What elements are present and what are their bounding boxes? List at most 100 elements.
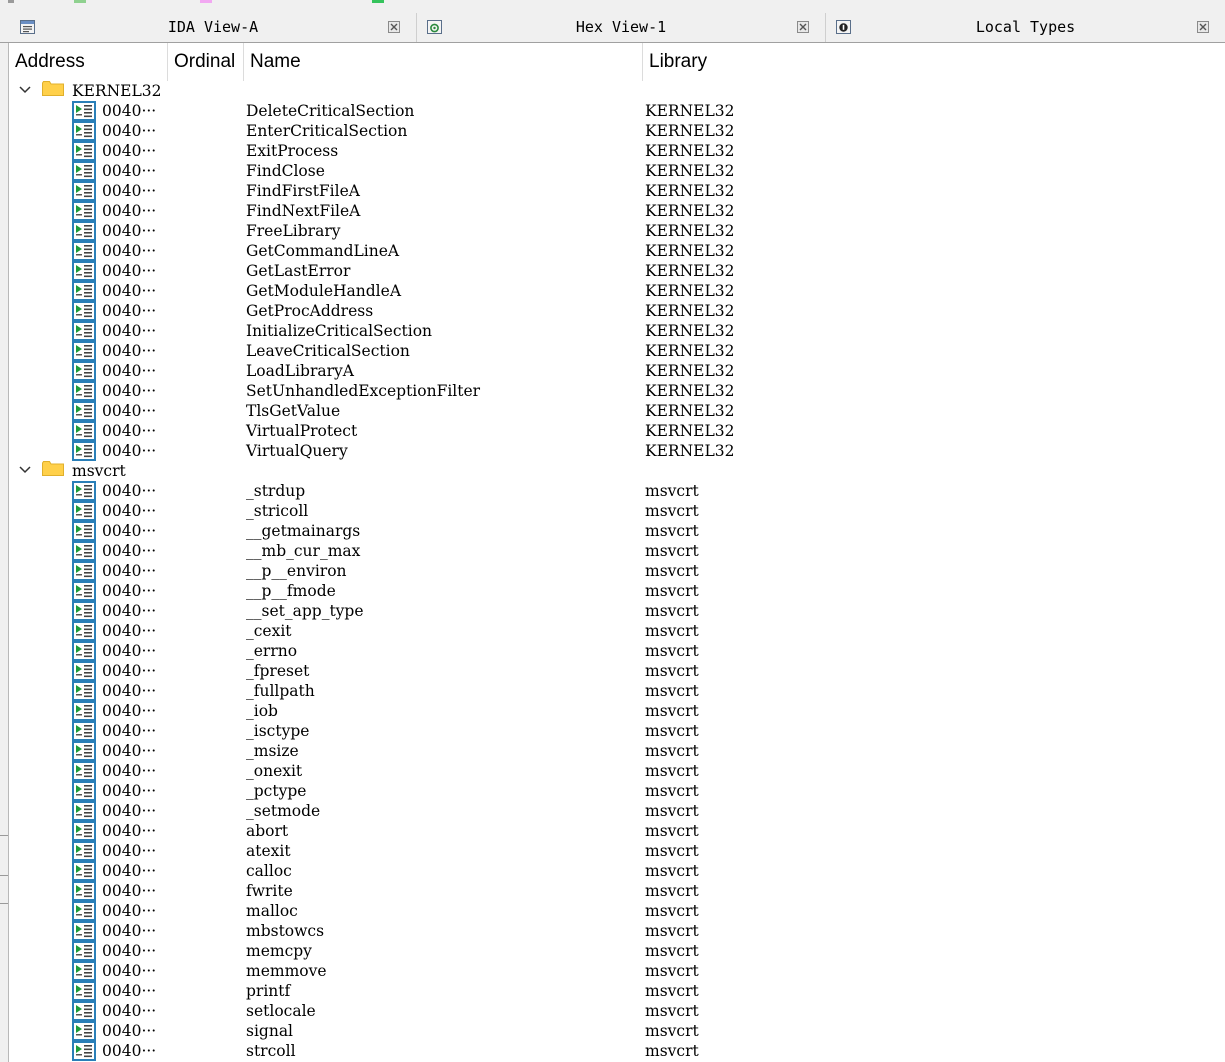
import-row[interactable]: 0040··· GetModuleHandleA KERNEL32 [9,281,1225,301]
import-name: printf [246,982,291,1000]
import-row[interactable]: 0040··· _onexit msvcrt [9,761,1225,781]
import-address: 0040··· [102,182,157,200]
import-name: FindClose [246,162,325,180]
import-row[interactable]: 0040··· FindClose KERNEL32 [9,161,1225,181]
import-row[interactable]: 0040··· _fpreset msvcrt [9,661,1225,681]
import-row[interactable]: 0040··· abort msvcrt [9,821,1225,841]
import-address: 0040··· [102,1002,157,1020]
tab-title: IDA View-A [167,18,259,36]
import-row[interactable]: 0040··· memcpy msvcrt [9,941,1225,961]
column-header-ordinal[interactable]: Ordinal [167,43,243,81]
import-name: _msize [246,742,299,760]
import-row[interactable]: 0040··· _strdup msvcrt [9,481,1225,501]
import-row[interactable]: 0040··· __mb_cur_max msvcrt [9,541,1225,561]
import-row[interactable]: 0040··· _setmode msvcrt [9,801,1225,821]
import-row[interactable]: 0040··· __set_app_type msvcrt [9,601,1225,621]
import-row[interactable]: 0040··· VirtualProtect KERNEL32 [9,421,1225,441]
import-function-icon [72,861,96,881]
import-row[interactable]: 0040··· LeaveCriticalSection KERNEL32 [9,341,1225,361]
import-row[interactable]: 0040··· VirtualQuery KERNEL32 [9,441,1225,461]
tab-local-types[interactable]: Local Types [826,13,1225,42]
import-function-icon [72,981,96,1001]
import-address: 0040··· [102,362,157,380]
import-row[interactable]: 0040··· GetLastError KERNEL32 [9,261,1225,281]
import-row[interactable]: 0040··· _fullpath msvcrt [9,681,1225,701]
chevron-down-icon[interactable] [18,461,32,474]
import-function-icon [72,561,96,581]
import-row[interactable]: 0040··· LoadLibraryA KERNEL32 [9,361,1225,381]
import-row[interactable]: 0040··· fwrite msvcrt [9,881,1225,901]
import-row[interactable]: 0040··· memmove msvcrt [9,961,1225,981]
import-address: 0040··· [102,222,157,240]
column-header-name[interactable]: Name [243,43,642,81]
tab-title: Hex View-1 [575,18,667,36]
tab-ida-view-a[interactable]: IDA View-A [10,13,417,42]
import-row[interactable]: 0040··· _isctype msvcrt [9,721,1225,741]
import-row[interactable]: 0040··· _pctype msvcrt [9,781,1225,801]
import-library: msvcrt [645,802,699,820]
import-row[interactable]: 0040··· signal msvcrt [9,1021,1225,1041]
import-row[interactable]: 0040··· SetUnhandledExceptionFilter KERNEL… [9,381,1225,401]
import-row[interactable]: 0040··· _stricoll msvcrt [9,501,1225,521]
import-name: TlsGetValue [246,402,341,420]
import-function-icon [72,1041,96,1061]
import-name: fwrite [246,882,293,900]
chevron-down-icon[interactable] [18,81,32,94]
import-library: KERNEL32 [645,322,735,340]
import-function-icon [72,1021,96,1041]
group-name: KERNEL32 [72,82,162,100]
close-icon[interactable] [1197,21,1209,33]
import-library: msvcrt [645,782,699,800]
import-library: msvcrt [645,482,699,500]
import-name: __p__fmode [246,582,336,600]
import-name: ExitProcess [246,142,339,160]
import-function-icon [72,621,96,641]
import-row[interactable]: 0040··· FindNextFileA KERNEL32 [9,201,1225,221]
import-row[interactable]: 0040··· atexit msvcrt [9,841,1225,861]
import-row[interactable]: 0040··· GetProcAddress KERNEL32 [9,301,1225,321]
column-header-library[interactable]: Library [642,43,942,81]
import-row[interactable]: 0040··· _msize msvcrt [9,741,1225,761]
import-library: msvcrt [645,702,699,720]
import-address: 0040··· [102,962,157,980]
import-row[interactable]: 0040··· DeleteCriticalSection KERNEL32 [9,101,1225,121]
column-header-address[interactable]: Address [9,43,166,81]
import-row[interactable]: 0040··· TlsGetValue KERNEL32 [9,401,1225,421]
close-icon[interactable] [797,21,809,33]
import-address: 0040··· [102,922,157,940]
import-row[interactable]: 0040··· calloc msvcrt [9,861,1225,881]
group-row[interactable]: KERNEL32 [9,81,1225,101]
import-library: KERNEL32 [645,202,735,220]
import-row[interactable]: 0040··· __getmainargs msvcrt [9,521,1225,541]
import-library: msvcrt [645,542,699,560]
toolbar-color-mark [74,0,86,3]
import-row[interactable]: 0040··· InitializeCriticalSection KERNEL32 [9,321,1225,341]
import-row[interactable]: 0040··· __p__fmode msvcrt [9,581,1225,601]
import-row[interactable]: 0040··· setlocale msvcrt [9,1001,1225,1021]
import-row[interactable]: 0040··· printf msvcrt [9,981,1225,1001]
import-address: 0040··· [102,242,157,260]
close-icon[interactable] [388,21,400,33]
tab-hex-view-1[interactable]: Hex View-1 [417,13,826,42]
import-library: KERNEL32 [645,342,735,360]
import-library: KERNEL32 [645,222,735,240]
import-row[interactable]: 0040··· GetCommandLineA KERNEL32 [9,241,1225,261]
import-row[interactable]: 0040··· EnterCriticalSection KERNEL32 [9,121,1225,141]
import-row[interactable]: 0040··· FindFirstFileA KERNEL32 [9,181,1225,201]
import-row[interactable]: 0040··· _cexit msvcrt [9,621,1225,641]
import-address: 0040··· [102,882,157,900]
import-row[interactable]: 0040··· mbstowcs msvcrt [9,921,1225,941]
import-row[interactable]: 0040··· malloc msvcrt [9,901,1225,921]
import-row[interactable]: 0040··· FreeLibrary KERNEL32 [9,221,1225,241]
import-library: msvcrt [645,882,699,900]
import-name: _fpreset [246,662,310,680]
group-row[interactable]: msvcrt [9,461,1225,481]
import-row[interactable]: 0040··· _errno msvcrt [9,641,1225,661]
import-row[interactable]: 0040··· ExitProcess KERNEL32 [9,141,1225,161]
import-row[interactable]: 0040··· __p__environ msvcrt [9,561,1225,581]
import-row[interactable]: 0040··· _iob msvcrt [9,701,1225,721]
import-address: 0040··· [102,162,157,180]
import-address: 0040··· [102,482,157,500]
group-name: msvcrt [72,462,126,480]
import-row[interactable]: 0040··· strcoll msvcrt [9,1041,1225,1061]
